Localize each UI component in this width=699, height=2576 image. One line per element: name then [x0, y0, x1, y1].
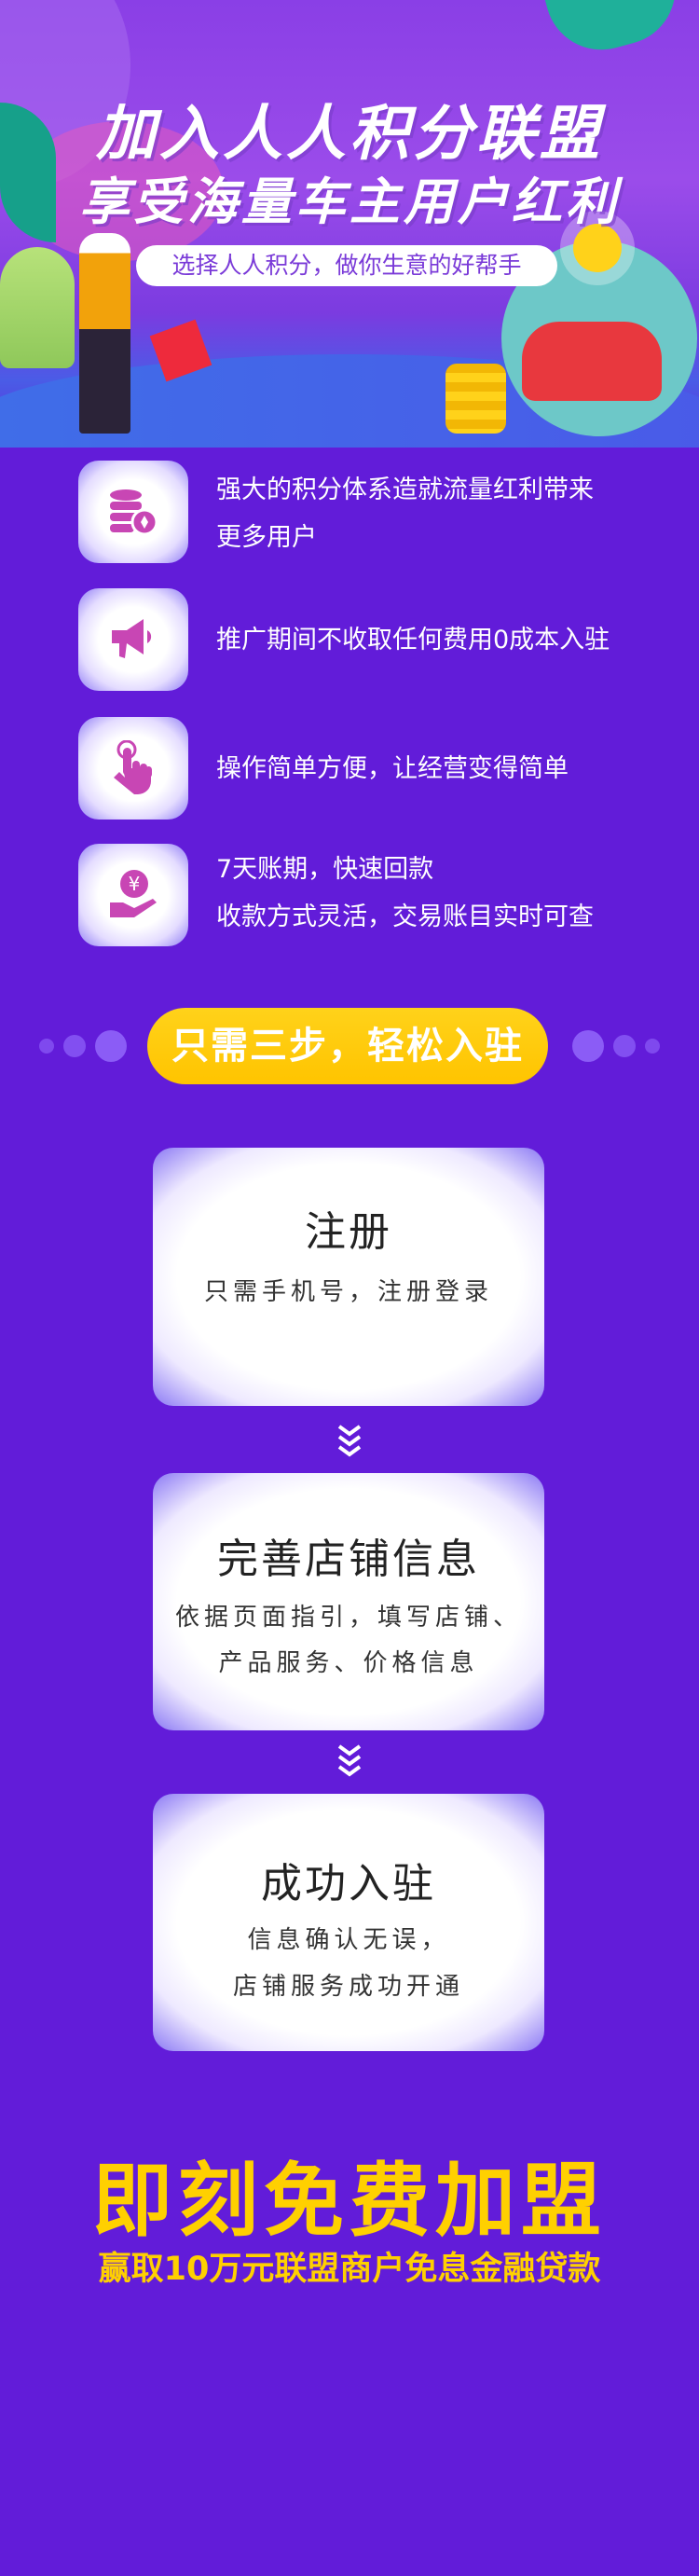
feature-text: 7天账期，快速回款 收款方式灵活，交易账目实时可查 [216, 846, 594, 941]
feature-text: 操作简单方便，让经营变得简单 [216, 745, 569, 792]
three-steps-banner: 只需三步，轻松入驻 [147, 1008, 548, 1084]
decor-dot [613, 1035, 636, 1057]
bush-decoration [0, 247, 75, 368]
feature-line: 操作简单方便，让经营变得简单 [216, 754, 569, 783]
person-illustration [79, 233, 130, 434]
chevron-down-icon [337, 1744, 362, 1777]
hero-title: 加入人人积分联盟 [96, 100, 603, 169]
hero-subtitle: 享受海量车主用户红利 [79, 172, 620, 231]
step-description: 只需手机号，注册登录 [203, 1278, 493, 1306]
feature-line: 推广期间不收取任何费用0成本入驻 [216, 626, 610, 654]
feature-line: 收款方式灵活，交易账目实时可查 [216, 902, 594, 931]
hero-tagline: 选择人人积分，做你生意的好帮手 [136, 245, 557, 286]
chevron-down-icon [337, 1425, 362, 1457]
megaphone-icon [78, 588, 188, 691]
step-title: 成功入驻 [261, 1860, 436, 1908]
car-illustration [522, 322, 662, 401]
yuan-hand-icon: ¥ [78, 844, 188, 946]
feature-text: 强大的积分体系造就流量红利带来 更多用户 [216, 466, 594, 561]
feature-line: 更多用户 [216, 523, 317, 552]
join-headline: 即刻免费加盟 [92, 2155, 607, 2248]
step-description: 依据页面指引，填写店铺、 [174, 1604, 522, 1632]
leaf-decoration [542, 0, 688, 62]
step-card-store-info: 完善店铺信息 依据页面指引，填写店铺、 产品服务、价格信息 [153, 1473, 544, 1730]
feature-text: 推广期间不收取任何费用0成本入驻 [216, 616, 610, 664]
coin-database-icon [78, 461, 188, 563]
step-card-success: 成功入驻 信息确认无误， 店铺服务成功开通 [153, 1794, 544, 2051]
step-title: 注册 [305, 1208, 392, 1256]
decor-dot [63, 1035, 86, 1057]
step-card-register: 注册 只需手机号，注册登录 [153, 1148, 544, 1406]
coins-illustration [445, 364, 506, 434]
join-subline: 赢取10万元联盟商户免息金融贷款 [98, 2251, 601, 2288]
feature-line: 强大的积分体系造就流量红利带来 [216, 475, 594, 504]
decor-dot [39, 1039, 54, 1054]
hero-banner: 加入人人积分联盟 享受海量车主用户红利 选择人人积分，做你生意的好帮手 [0, 0, 699, 448]
tap-hand-icon [78, 717, 188, 820]
step-description: 产品服务、价格信息 [218, 1649, 479, 1677]
svg-text:¥: ¥ [129, 873, 141, 895]
step-description: 信息确认无误， [247, 1926, 450, 1954]
feature-line: 7天账期，快速回款 [216, 855, 434, 884]
decor-dot [645, 1039, 660, 1054]
step-description: 店铺服务成功开通 [232, 1973, 464, 2001]
step-title: 完善店铺信息 [217, 1536, 480, 1583]
decor-dot [95, 1030, 127, 1062]
decor-dot [572, 1030, 604, 1062]
